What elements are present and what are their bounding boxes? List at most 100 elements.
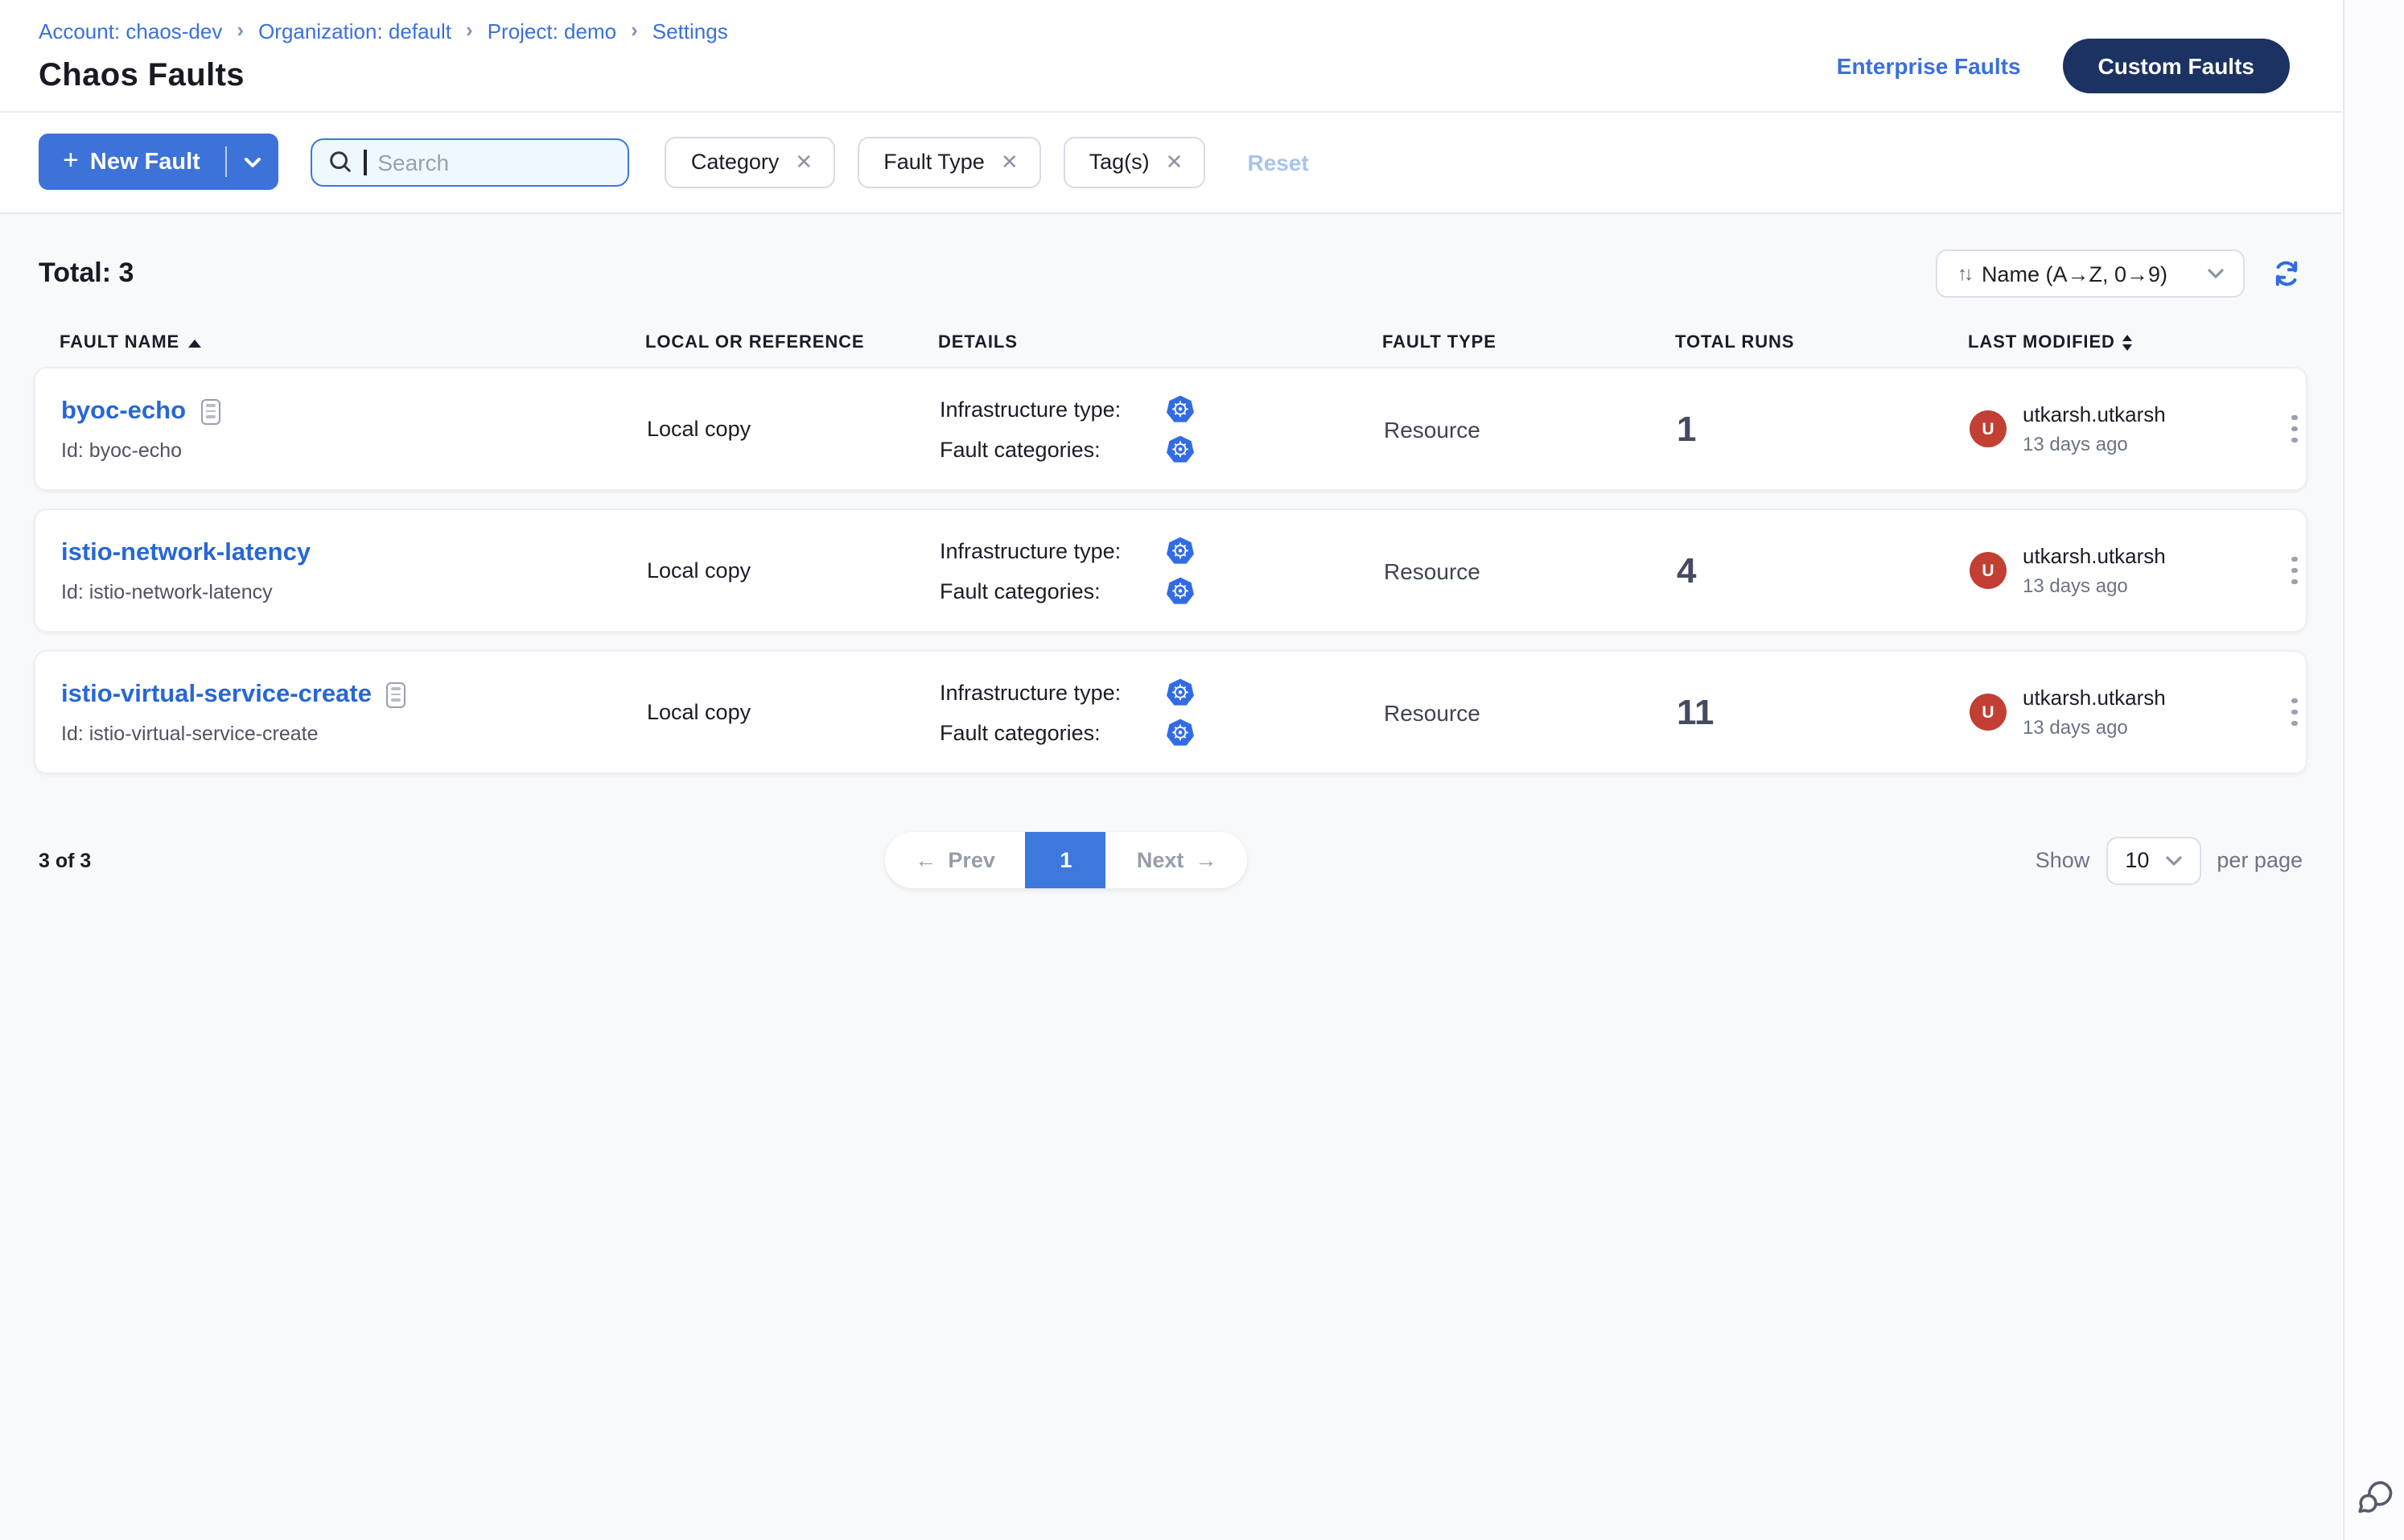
search-input[interactable] [377,149,612,175]
row-menu-button[interactable] [2285,550,2303,591]
chevron-down-icon [2208,269,2224,278]
new-fault-split-button: + New Fault [39,134,279,190]
total-runs-cell: 11 [1677,691,1970,733]
fault-type-cell: Resource [1384,558,1677,583]
local-or-reference-cell: Local copy [647,700,940,724]
breadcrumb-account[interactable]: Account: chaos-dev [39,19,222,43]
local-or-reference-cell: Local copy [647,558,940,583]
row-menu-button[interactable] [2285,692,2303,733]
close-icon[interactable]: ✕ [1001,151,1019,172]
column-label: LOCAL OR REFERENCE [645,333,865,352]
sort-dropdown[interactable]: ↑↓ Name (A→Z, 0→9) [1937,249,2245,298]
prev-page-button[interactable]: ← Prev [884,832,1026,888]
page-size-value: 10 [2125,848,2149,872]
kubernetes-icon [1165,575,1196,606]
infrastructure-type-label: Infrastructure type: [940,397,1165,421]
filter-chip-tags[interactable]: Tag(s) ✕ [1064,136,1206,187]
header-left: Account: chaos-dev › Organization: defau… [39,19,728,95]
breadcrumb-separator-icon: › [466,18,473,42]
page-header: Account: chaos-dev › Organization: defau… [0,0,2341,113]
fault-name-link[interactable]: istio-network-latency [61,538,311,567]
header-actions: Enterprise Faults Custom Faults [1837,39,2290,93]
text-cursor [364,149,367,175]
search-box [311,138,630,186]
column-last-modified[interactable]: LAST MODIFIED [1968,333,2283,352]
list-meta-row: Total: 3 ↑↓ Name (A→Z, 0→9) [34,249,2307,298]
page-size-dropdown[interactable]: 10 [2106,836,2200,884]
breadcrumb-separator-icon: › [631,18,638,42]
column-fault-name[interactable]: FAULT NAME [60,333,645,352]
breadcrumb: Account: chaos-dev › Organization: defau… [39,19,728,43]
show-label: Show [2036,848,2090,872]
total-runs-cell: 1 [1677,408,1970,450]
modified-by: utkarsh.utkarsh [2023,686,2166,710]
last-modified-cell: U utkarsh.utkarsh 13 days ago [1970,402,2285,455]
column-local-or-reference: LOCAL OR REFERENCE [645,333,938,352]
breadcrumb-settings[interactable]: Settings [652,19,728,43]
kubernetes-icon [1165,717,1196,747]
fault-name-link[interactable]: byoc-echo [61,397,186,426]
modified-by: utkarsh.utkarsh [2023,402,2166,426]
filter-chip-category[interactable]: Category ✕ [665,136,835,187]
custom-faults-button[interactable]: Custom Faults [2063,39,2290,93]
details-cell: Infrastructure type: Fault categories: [940,535,1384,606]
enterprise-faults-link[interactable]: Enterprise Faults [1837,53,2021,79]
table-header: FAULT NAME LOCAL OR REFERENCE DETAILS FA… [34,333,2307,352]
column-details: DETAILS [938,333,1382,352]
total-count: Total: 3 [39,257,134,290]
details-cell: Infrastructure type: Fault categories: [940,393,1384,464]
column-total-runs: TOTAL RUNS [1675,333,1968,352]
description-icon[interactable] [386,681,405,707]
description-icon[interactable] [200,398,220,424]
pager-center: ← Prev 1 Next → [164,832,1968,888]
fault-row[interactable]: istio-network-latency Id: istio-network-… [34,509,2307,632]
search-icon [329,150,353,174]
arrow-right-icon: → [1195,848,1216,872]
fault-type-cell: Resource [1384,699,1677,725]
new-fault-label: New Fault [90,149,200,175]
breadcrumb-project[interactable]: Project: demo [488,19,616,43]
fault-categories-label: Fault categories: [940,720,1165,744]
fault-id: Id: istio-network-latency [61,580,647,603]
arrow-left-icon: ← [915,848,936,872]
fault-row[interactable]: istio-virtual-service-create Id: istio-v… [34,650,2307,774]
filter-chip-fault-type[interactable]: Fault Type ✕ [858,136,1040,187]
chat-icon[interactable] [2353,1476,2395,1517]
column-label: LAST MODIFIED [1968,333,2115,352]
row-menu-button[interactable] [2285,409,2303,450]
refresh-button[interactable] [2270,257,2303,290]
local-or-reference-cell: Local copy [647,417,940,441]
kubernetes-icon [1165,535,1196,566]
page-1-button[interactable]: 1 [1026,832,1106,888]
close-icon[interactable]: ✕ [795,151,813,172]
modified-time: 13 days ago [2023,433,2166,455]
close-icon[interactable]: ✕ [1166,151,1183,172]
content-area: Total: 3 ↑↓ Name (A→Z, 0→9) [0,214,2341,1540]
kubernetes-icon [1165,393,1196,424]
details-cell: Infrastructure type: Fault categories: [940,677,1384,747]
avatar: U [1970,694,2007,731]
reset-filters-button[interactable]: Reset [1247,149,1308,175]
fault-name-cell: istio-virtual-service-create Id: istio-v… [61,680,647,744]
fault-row[interactable]: byoc-echo Id: byoc-echo Local copy Infra… [34,367,2307,491]
last-modified-cell: U utkarsh.utkarsh 13 days ago [1970,544,2285,597]
plus-icon: + [63,146,79,174]
filter-chip-label: Category [691,150,780,174]
next-page-button[interactable]: Next → [1106,832,1248,888]
new-fault-button[interactable]: + New Fault [39,148,226,175]
fault-name-link[interactable]: istio-virtual-service-create [61,680,372,709]
page-title: Chaos Faults [39,58,728,95]
fault-name-cell: istio-network-latency Id: istio-network-… [61,538,647,603]
right-rail [2343,0,2404,1540]
sort-value: Name (A→Z, 0→9) [1982,261,2167,286]
chevron-down-icon [245,157,261,167]
breadcrumb-organization[interactable]: Organization: default [258,19,451,43]
new-fault-dropdown-button[interactable] [228,157,279,167]
fault-name-cell: byoc-echo Id: byoc-echo [61,397,647,461]
avatar: U [1970,552,2007,589]
column-label: FAULT TYPE [1382,333,1496,352]
filter-chip-label: Tag(s) [1089,150,1150,174]
last-modified-cell: U utkarsh.utkarsh 13 days ago [1970,686,2285,739]
total-runs-cell: 4 [1677,550,1970,591]
modified-by: utkarsh.utkarsh [2023,544,2166,568]
